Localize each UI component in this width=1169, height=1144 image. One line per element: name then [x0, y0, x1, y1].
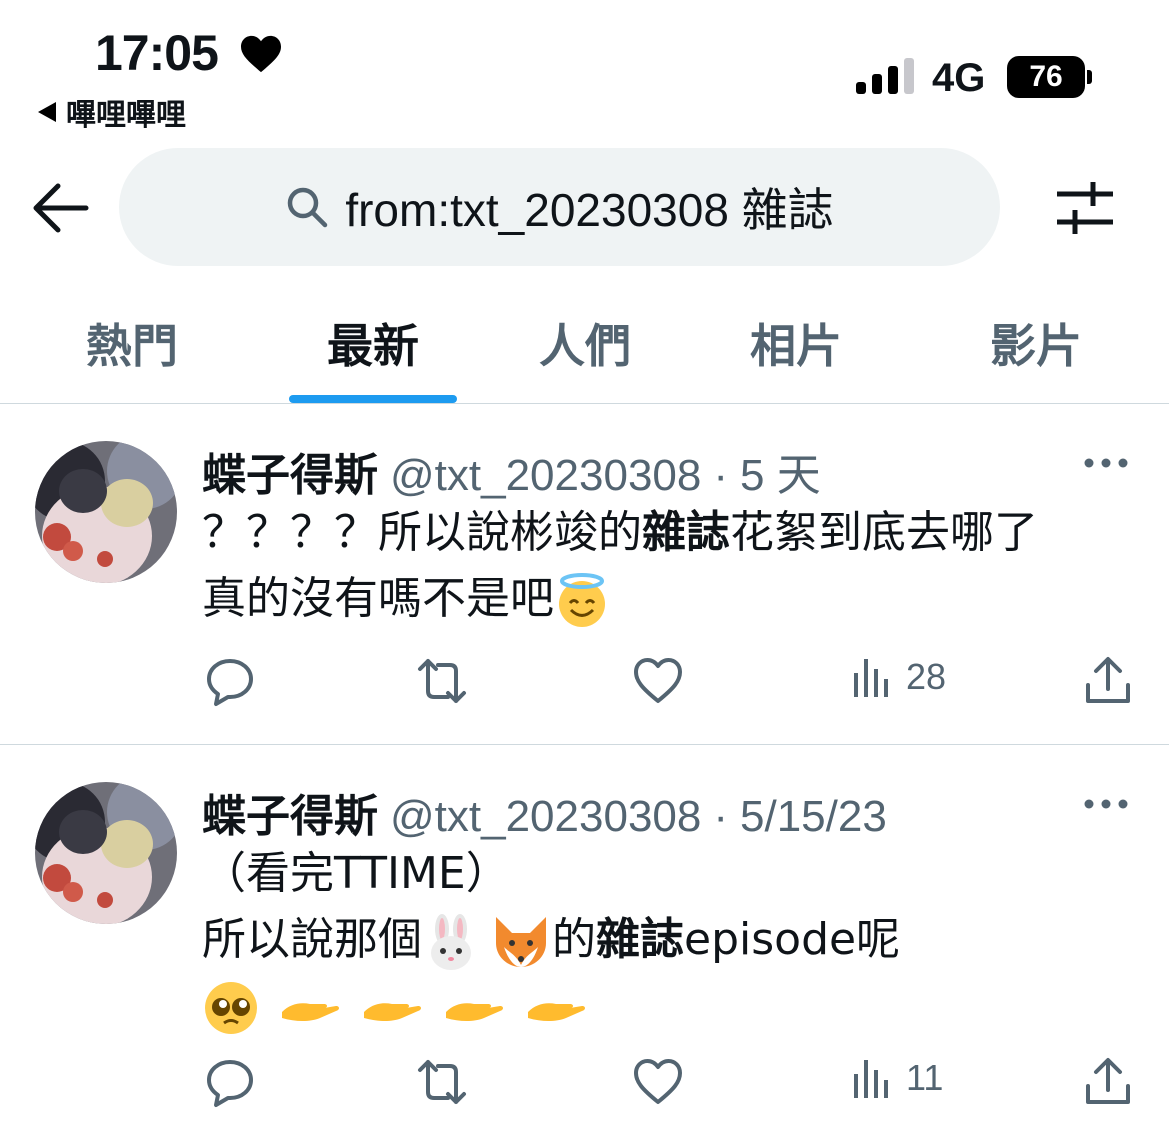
palm-up-hand-emoji — [364, 1003, 421, 1021]
tab-photos[interactable]: 相片 — [750, 310, 842, 376]
text-segment: 所以說那個 — [202, 914, 422, 965]
text-segment: episode呢 — [684, 914, 901, 965]
battery-level: 76 — [1029, 60, 1063, 93]
status-time: 17:05 — [95, 25, 219, 81]
tweet-header: 蝶子得斯 @txt_20230308 · 5 天 — [202, 439, 821, 503]
tweet-header: 蝶子得斯 @txt_20230308 · 5/15/23 — [202, 780, 887, 844]
share-icon[interactable] — [1082, 655, 1134, 707]
palm-up-hand-emoji — [282, 1003, 339, 1021]
filter-icon[interactable] — [1055, 178, 1115, 238]
tweet-actions: 28 — [0, 655, 1169, 715]
tab-top[interactable]: 熱門 — [86, 310, 178, 376]
highlighted-keyword: 雜誌 — [596, 914, 684, 965]
back-triangle-icon — [38, 102, 56, 122]
search-tabs: 熱門 最新 人們 相片 影片 — [0, 290, 1169, 404]
battery-icon: 76 — [1007, 56, 1085, 98]
text-segment: ？？？？所以說彬竣的 — [202, 507, 642, 558]
more-options-icon[interactable] — [1083, 457, 1129, 469]
like-icon[interactable] — [632, 1056, 684, 1108]
display-name[interactable]: 蝶子得斯 — [202, 780, 378, 844]
tweet-time[interactable]: 5/15/23 — [740, 792, 887, 842]
tweet-time[interactable]: 5 天 — [740, 439, 821, 503]
views-count: 11 — [906, 1057, 944, 1098]
views-icon — [854, 659, 888, 697]
text-segment: 花絮到底去哪了 — [730, 507, 1038, 558]
dot-separator: · — [713, 451, 729, 500]
pleading-face-emoji — [205, 982, 257, 1034]
tweet-actions: 11 — [0, 1056, 1169, 1116]
tab-videos[interactable]: 影片 — [990, 310, 1082, 376]
avatar[interactable] — [35, 782, 177, 924]
tweet-text: （看完TTIME） 所以說那個 的雜誌episode呢 — [202, 841, 1142, 1039]
tab-latest[interactable]: 最新 — [327, 310, 419, 376]
display-name[interactable]: 蝶子得斯 — [202, 439, 378, 503]
back-arrow-icon[interactable] — [30, 180, 90, 236]
search-input[interactable]: from:txt_20230308 雜誌 — [119, 148, 1000, 266]
text-segment: （看完TTIME） — [202, 848, 510, 899]
search-query: from:txt_20230308 雜誌 — [345, 184, 834, 236]
network-label: 4G — [932, 56, 986, 100]
tweet[interactable]: 蝶子得斯 @txt_20230308 · 5 天 ？？？？所以說彬竣的雜誌花絮到… — [0, 405, 1169, 745]
reply-icon[interactable] — [204, 655, 256, 707]
tab-people[interactable]: 人們 — [539, 310, 631, 376]
active-tab-indicator — [289, 395, 457, 403]
views-count: 28 — [906, 656, 947, 697]
tweet-text: ？？？？所以說彬竣的雜誌花絮到底去哪了 真的沒有嗎不是吧 — [202, 500, 1142, 632]
user-handle[interactable]: @txt_20230308 — [390, 792, 701, 842]
palm-up-hand-emoji — [528, 1003, 585, 1021]
dot-separator: · — [713, 792, 729, 841]
user-handle[interactable]: @txt_20230308 — [390, 451, 701, 501]
battery-tip — [1087, 70, 1092, 84]
tweet[interactable]: 蝶子得斯 @txt_20230308 · 5/15/23 （看完TTIME） 所… — [0, 746, 1169, 1144]
signal-icon — [856, 58, 914, 94]
text-segment: 的 — [552, 914, 596, 965]
views-icon — [854, 1060, 888, 1098]
text-segment: 真的沒有嗎不是吧 — [202, 573, 554, 624]
avatar[interactable] — [35, 441, 177, 583]
heart-icon — [241, 35, 281, 73]
halo-smile-emoji — [559, 573, 605, 627]
like-icon[interactable] — [632, 655, 684, 707]
views-counter[interactable]: 28 — [852, 655, 946, 699]
reply-icon[interactable] — [204, 1056, 256, 1108]
back-app-label: 嗶哩嗶哩 — [66, 98, 186, 133]
retweet-icon[interactable] — [416, 1056, 468, 1108]
fox-emoji — [496, 917, 546, 967]
views-counter[interactable]: 11 — [852, 1056, 943, 1100]
rabbit-emoji — [431, 914, 471, 970]
share-icon[interactable] — [1082, 1056, 1134, 1108]
palm-up-hand-emoji — [446, 1003, 503, 1021]
retweet-icon[interactable] — [416, 655, 468, 707]
back-to-app-link[interactable]: 嗶哩嗶哩 — [38, 90, 186, 134]
highlighted-keyword: 雜誌 — [642, 507, 730, 558]
more-options-icon[interactable] — [1083, 798, 1129, 810]
search-icon — [288, 187, 328, 228]
